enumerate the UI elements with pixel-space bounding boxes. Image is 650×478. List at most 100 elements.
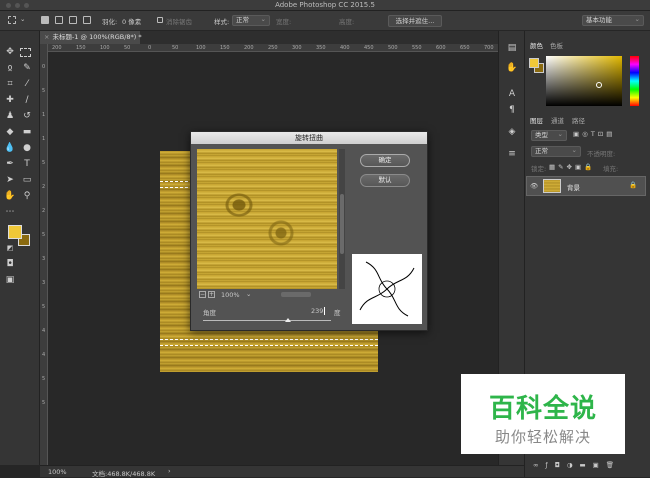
color-picker-field[interactable] — [546, 56, 622, 106]
eyedropper-tool-icon[interactable]: ⁄ — [20, 77, 34, 91]
tab-swatches[interactable]: 色板 — [550, 40, 563, 50]
more-tools-icon[interactable]: ⋯ — [3, 205, 17, 219]
zoom-in-icon[interactable]: + — [208, 291, 215, 298]
shape-tool-icon[interactable]: ▭ — [20, 173, 34, 187]
blur-tool-icon[interactable]: 💧 — [3, 141, 17, 155]
new-selection-icon[interactable] — [41, 16, 49, 24]
zoom-chevron-down-icon[interactable]: ⌄ — [246, 290, 251, 298]
close-tab-icon[interactable]: × — [44, 33, 49, 41]
angle-slider-knob[interactable] — [285, 318, 291, 322]
workspace-select[interactable]: 基本功能 — [582, 15, 644, 26]
style-label: 样式: — [214, 18, 230, 26]
width-label: 宽度: — [276, 18, 292, 26]
ruler-tick-label: 0 — [42, 64, 46, 70]
zoom-level: 100% — [221, 291, 240, 299]
ruler-tick-label: 5 — [42, 376, 46, 382]
move-tool-icon[interactable]: ✥ — [3, 45, 17, 59]
antialias-checkbox[interactable] — [157, 17, 163, 23]
style-select[interactable]: 正常 — [232, 15, 270, 26]
selection-edge — [160, 339, 378, 340]
history-brush-tool-icon[interactable]: ↺ — [20, 109, 34, 123]
layer-kind-filter[interactable]: 类型 — [531, 130, 567, 141]
document-tab-label: 未标题-1 @ 100%(RGB/8*) * — [52, 33, 142, 41]
ruler-tick-label: 1 — [42, 112, 46, 118]
app-title: Adobe Photoshop CC 2015.5 — [275, 1, 375, 9]
lock-label: 锁定: — [531, 165, 547, 173]
character-panel-icon[interactable]: A — [505, 87, 519, 101]
lock-icons[interactable]: ▦✎✥▣🔒 — [549, 163, 595, 171]
quick-select-tool-icon[interactable]: ✎ — [20, 61, 34, 75]
angle-input[interactable]: 239 — [311, 307, 326, 315]
preview-hscroll-thumb[interactable] — [281, 292, 311, 297]
layer-thumbnail — [543, 179, 561, 193]
layer-name[interactable]: 背景 — [567, 182, 580, 192]
tab-paths[interactable]: 路径 — [572, 115, 585, 125]
foreground-color-swatch[interactable] — [8, 225, 22, 239]
eraser-tool-icon[interactable]: ◆ — [3, 125, 17, 139]
ruler-tick-label: 200 — [52, 45, 62, 51]
layer-filter-icons[interactable]: ▣◎T⊡▤ — [573, 130, 615, 138]
history-panel-icon[interactable]: ▤ — [505, 41, 519, 55]
watermark: 百科全说 助你轻松解决 — [461, 374, 625, 454]
document-tabs: × 未标题-1 @ 100%(RGB/8*) * — [40, 31, 498, 44]
lasso-tool-icon[interactable]: ჲ — [3, 61, 17, 75]
tab-color[interactable]: 颜色 — [530, 40, 543, 50]
brush-tool-icon[interactable]: ∕ — [20, 93, 34, 107]
zoom-tool-icon[interactable]: ⚲ — [20, 189, 34, 203]
document-tab[interactable]: × 未标题-1 @ 100%(RGB/8*) * — [40, 31, 142, 44]
preview-scroll-thumb[interactable] — [340, 194, 344, 254]
feather-input[interactable]: 0 像素 — [122, 16, 141, 26]
dialog-title[interactable]: 旋转扭曲 — [191, 132, 427, 144]
color-picker-cursor[interactable] — [596, 82, 602, 88]
quick-mask-icon[interactable]: ◘ — [3, 257, 17, 271]
marquee-tool-icon[interactable] — [8, 16, 16, 24]
vertical-ruler[interactable]: 0 5 1 1 5 2 2 5 3 3 5 4 4 5 5 — [40, 44, 48, 465]
ruler-tick-label: 5 — [42, 88, 46, 94]
crop-tool-icon[interactable]: ⌗ — [3, 77, 17, 91]
paragraph-panel-icon[interactable]: ¶ — [505, 103, 519, 117]
subtract-selection-icon[interactable] — [69, 16, 77, 24]
intersect-selection-icon[interactable] — [83, 16, 91, 24]
ruler-tick-label: 150 — [76, 45, 86, 51]
ok-button[interactable]: 确定 — [360, 154, 410, 167]
clone-stamp-tool-icon[interactable]: ♟ — [3, 109, 17, 123]
3d-panel-icon[interactable]: ◈ — [505, 125, 519, 139]
zoom-out-icon[interactable]: − — [199, 291, 206, 298]
angle-unit: 度 — [334, 309, 341, 317]
opacity-label: 不透明度: — [587, 150, 616, 158]
type-tool-icon[interactable]: T — [20, 157, 34, 171]
layer-footer-icons[interactable]: ∞ƒ◘◑▬▣🗑 — [533, 461, 621, 469]
rect-marquee-tool-icon[interactable] — [20, 48, 31, 57]
ruler-tick-label: 250 — [268, 45, 278, 51]
select-and-mask-button[interactable]: 选择并遮住... — [388, 15, 442, 27]
visibility-eye-icon[interactable]: 👁 — [530, 182, 538, 190]
ruler-tick-label: 450 — [364, 45, 374, 51]
status-arrow-icon[interactable]: › — [168, 467, 171, 475]
default-colors-icon[interactable]: ◩ — [3, 241, 17, 255]
ruler-tick-label: 5 — [42, 400, 46, 406]
tab-channels[interactable]: 通道 — [551, 115, 564, 125]
path-select-tool-icon[interactable]: ➤ — [3, 173, 17, 187]
actions-panel-icon[interactable]: ✋ — [505, 61, 519, 75]
angle-slider-track[interactable] — [203, 320, 331, 321]
screen-mode-icon[interactable]: ▣ — [3, 273, 17, 287]
panel-foreground-swatch[interactable] — [529, 58, 539, 68]
watermark-title: 百科全说 — [488, 394, 597, 424]
gradient-tool-icon[interactable]: ▬ — [20, 125, 34, 139]
ruler-tick-label: 350 — [316, 45, 326, 51]
blend-mode-select[interactable]: 正常 — [531, 146, 581, 157]
hand-tool-icon[interactable]: ✋ — [3, 189, 17, 203]
properties-panel-icon[interactable]: ≡ — [505, 147, 519, 161]
hue-slider[interactable] — [630, 56, 639, 106]
horizontal-ruler[interactable]: 200 150 100 50 0 50 100 150 200 250 300 350 400 450 50… — [48, 44, 498, 52]
healing-brush-tool-icon[interactable]: ✚ — [3, 93, 17, 107]
tab-layers[interactable]: 图层 — [530, 115, 543, 125]
tool-preset-chevron-icon[interactable]: ⌄ — [20, 15, 25, 23]
layer-row[interactable]: 👁 背景 🔒 — [526, 176, 646, 196]
pen-tool-icon[interactable]: ✒ — [3, 157, 17, 171]
status-zoom[interactable]: 100% — [48, 468, 67, 476]
add-selection-icon[interactable] — [55, 16, 63, 24]
dodge-tool-icon[interactable]: ● — [20, 141, 34, 155]
filter-preview[interactable] — [197, 149, 337, 289]
reset-button[interactable]: 默认 — [360, 174, 410, 187]
